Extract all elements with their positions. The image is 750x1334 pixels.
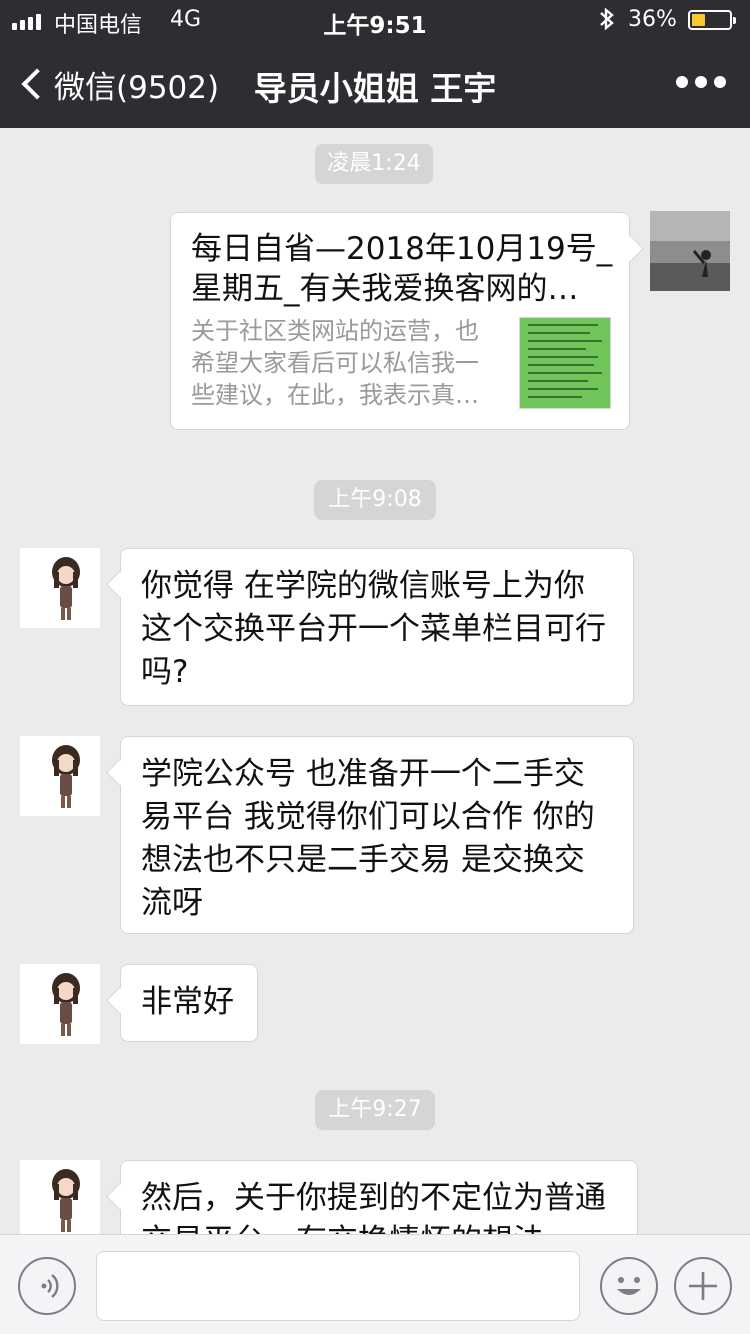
status-bar: 中国电信 4G 上午9:51 36%	[0, 0, 750, 40]
emoji-icon[interactable]	[600, 1257, 658, 1315]
message-bubble[interactable]: 然后，关于你提到的不定位为普通交易平台，有交换情怀的想法	[120, 1160, 638, 1234]
battery-percent: 36%	[628, 7, 677, 32]
chat-area[interactable]: 凌晨1:24 每日自省—2018年10月19号_ 星期五_有关我爱换客网的… 关…	[0, 128, 750, 1234]
message-bubble[interactable]: 你觉得 在学院的微信账号上为你这个交换平台开一个菜单栏目可行吗?	[120, 548, 634, 706]
battery-icon	[688, 10, 736, 30]
timestamp: 上午9:27	[315, 1090, 435, 1130]
battery-level-fill	[692, 14, 705, 26]
more-dots-icon[interactable]	[676, 76, 726, 90]
article-card[interactable]: 每日自省—2018年10月19号_ 星期五_有关我爱换客网的… 关于社区类网站的…	[170, 212, 630, 430]
bluetooth-icon	[598, 6, 616, 38]
chat-title: 导员小姐姐 王宇	[253, 69, 497, 108]
timestamp: 上午9:08	[314, 480, 436, 520]
contact-avatar[interactable]	[20, 964, 100, 1044]
message-input[interactable]	[96, 1251, 580, 1321]
input-bar	[0, 1234, 750, 1334]
card-description: 关于社区类网站的运营，也希望大家看后可以私信我一些建议，在此，我表示真…	[191, 317, 479, 409]
card-thumbnail	[519, 317, 611, 409]
contact-avatar[interactable]	[20, 736, 100, 816]
contact-avatar[interactable]	[20, 1160, 100, 1234]
card-title-line1: 每日自省—2018年10月19号_	[191, 231, 613, 267]
plus-icon[interactable]	[674, 1257, 732, 1315]
timestamp: 凌晨1:24	[315, 144, 433, 184]
contact-avatar[interactable]	[20, 548, 100, 628]
message-bubble[interactable]: 非常好	[120, 964, 258, 1042]
nav-bar: 微信(9502) 导员小姐姐 王宇	[0, 40, 750, 128]
my-avatar[interactable]	[650, 211, 730, 291]
message-bubble[interactable]: 学院公众号 也准备开一个二手交易平台 我觉得你们可以合作 你的想法也不只是二手交…	[120, 736, 634, 934]
card-title-line2: 星期五_有关我爱换客网的…	[191, 271, 579, 307]
voice-icon[interactable]	[18, 1257, 76, 1315]
top-bar: 中国电信 4G 上午9:51 36% 微信(9502) 导员小姐姐 王宇	[0, 0, 750, 128]
